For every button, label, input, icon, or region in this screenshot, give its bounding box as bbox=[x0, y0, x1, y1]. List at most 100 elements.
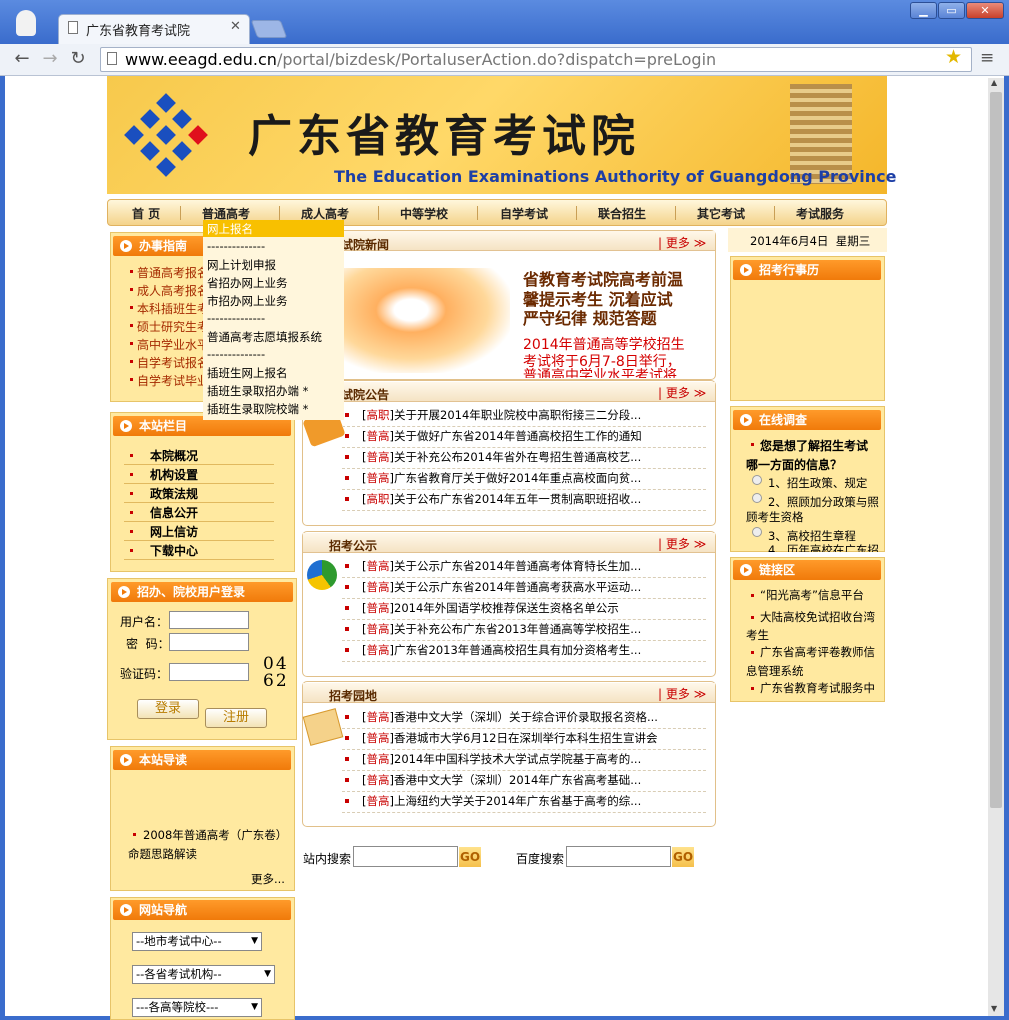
notice-more-text[interactable]: 更多 bbox=[666, 386, 690, 400]
dropdown-item[interactable]: 省招办网上业务 bbox=[207, 275, 288, 291]
notice-item[interactable]: [普高]广东省教育厅关于做好2014年重点高校面向贫... bbox=[362, 470, 641, 486]
tab-close-icon[interactable]: ✕ bbox=[230, 19, 241, 34]
nav-other[interactable]: 其它考试 bbox=[697, 205, 745, 222]
nav-separator bbox=[180, 206, 181, 220]
publicity-item[interactable]: [普高]关于公示广东省2014年普通高考获高水平运动... bbox=[362, 579, 641, 595]
publicity-item[interactable]: [普高]广东省2013年普通高校招生具有加分资格考生... bbox=[362, 642, 641, 658]
garden-item[interactable]: [普高]2014年中国科学技术大学试点学院基于高考的... bbox=[362, 751, 641, 767]
dropdown-item[interactable]: 网上计划申报 bbox=[207, 257, 276, 273]
publicity-more[interactable]: | 更多 ≫ bbox=[658, 535, 706, 552]
column-link[interactable]: 网上信访 bbox=[150, 523, 198, 540]
baidu-search-input[interactable] bbox=[566, 846, 671, 867]
guide-item[interactable]: 普通高考报名 bbox=[137, 264, 209, 281]
item-text: 关于公示广东省2014年普通高考获高水平运动... bbox=[394, 580, 642, 594]
survey-radio[interactable] bbox=[752, 527, 762, 537]
column-link[interactable]: 政策法规 bbox=[150, 485, 198, 502]
reload-icon[interactable]: ↻ bbox=[66, 48, 90, 69]
reading-item-line2[interactable]: 命题思路解读 bbox=[128, 846, 197, 862]
survey-option[interactable]: 4、历年高校在广东招 bbox=[768, 544, 879, 552]
garden-item[interactable]: [普高]香港城市大学6月12日在深圳举行本科生招生宣讲会 bbox=[362, 730, 657, 746]
garden-more-text[interactable]: 更多 bbox=[666, 687, 690, 701]
link-item[interactable]: 广东省高考评卷教师信 bbox=[760, 644, 875, 660]
guide-item[interactable]: 高中学业水平 bbox=[137, 336, 209, 353]
news-more-text[interactable]: 更多 bbox=[666, 236, 690, 250]
column-link[interactable]: 下载中心 bbox=[150, 542, 198, 559]
column-link[interactable]: 机构设置 bbox=[150, 466, 198, 483]
bookmark-star-icon[interactable]: ★ bbox=[945, 46, 962, 68]
link-item[interactable]: “阳光高考”信息平台 bbox=[760, 587, 864, 603]
menu-icon[interactable]: ≡ bbox=[980, 48, 994, 68]
link-item-cont[interactable]: 息管理系统 bbox=[746, 663, 804, 679]
notice-item[interactable]: [普高]关于补充公布2014年省外在粤招生普通高校艺... bbox=[362, 449, 641, 465]
notice-item[interactable]: [高职]关于公布广东省2014年五年一贯制高职班招收... bbox=[362, 491, 641, 507]
column-link[interactable]: 信息公开 bbox=[150, 504, 198, 521]
guide-item[interactable]: 自学考试毕业 bbox=[137, 372, 209, 389]
survey-radio[interactable] bbox=[752, 493, 762, 503]
guide-item[interactable]: 本科插班生考 bbox=[137, 300, 209, 317]
dropdown-item-online-signup[interactable]: 网上报名 bbox=[207, 221, 253, 237]
nav-secondary[interactable]: 中等学校 bbox=[400, 205, 448, 222]
close-window-button[interactable]: ✕ bbox=[966, 2, 1004, 19]
reading-item-line1[interactable]: 2008年普通高考（广东卷） bbox=[143, 827, 287, 843]
city-select[interactable]: --地市考试中心-- bbox=[132, 932, 262, 951]
scroll-up-icon[interactable]: ▲ bbox=[991, 78, 997, 87]
link-item[interactable]: 广东省教育考试服务中 bbox=[760, 680, 875, 696]
notice-item[interactable]: [普高]关于做好广东省2014年普通高校招生工作的通知 bbox=[362, 428, 642, 444]
guide-item[interactable]: 硕士研究生考 bbox=[137, 318, 209, 335]
password-input[interactable] bbox=[169, 633, 249, 651]
scrollbar-thumb[interactable] bbox=[990, 92, 1002, 808]
publicity-item[interactable]: [普高]关于公示广东省2014年普通高考体育特长生加... bbox=[362, 558, 641, 574]
notice-more[interactable]: | 更多 ≫ bbox=[658, 384, 706, 401]
site-search-input[interactable] bbox=[353, 846, 458, 867]
new-tab-button[interactable] bbox=[250, 20, 288, 38]
dropdown-item[interactable]: 插班生录取招办端 * bbox=[207, 383, 308, 399]
notice-item[interactable]: [高职]关于开展2014年职业院校中高职衔接三二分段... bbox=[362, 407, 641, 423]
nav-service[interactable]: 考试服务 bbox=[796, 205, 844, 222]
dropdown-item[interactable]: 插班生网上报名 bbox=[207, 365, 288, 381]
province-select[interactable]: --各省考试机构-- bbox=[132, 965, 275, 984]
university-select[interactable]: ---各高等院校--- bbox=[132, 998, 262, 1017]
publicity-item[interactable]: [普高]关于补充公布广东省2013年普通高等学校招生... bbox=[362, 621, 641, 637]
dropdown-item[interactable]: 市招办网上业务 bbox=[207, 293, 288, 309]
garden-item[interactable]: [普高]上海纽约大学关于2014年广东省基于高考的综... bbox=[362, 793, 641, 809]
nav-separator bbox=[774, 206, 775, 220]
baidu-search-go-button[interactable]: GO bbox=[672, 847, 694, 867]
login-button[interactable]: 登录 bbox=[137, 699, 199, 719]
user-avatar-icon[interactable] bbox=[16, 10, 36, 36]
register-button[interactable]: 注册 bbox=[205, 708, 267, 728]
minimize-button[interactable]: ▁ bbox=[910, 2, 937, 19]
publicity-more-text[interactable]: 更多 bbox=[666, 537, 690, 551]
dropdown-item[interactable]: 普通高考志愿填报系统 bbox=[207, 329, 322, 345]
captcha-input[interactable] bbox=[169, 663, 249, 681]
survey-option[interactable]: 3、高校招生章程 bbox=[768, 528, 856, 544]
back-arrow-icon[interactable]: ← bbox=[10, 48, 34, 69]
guide-item[interactable]: 自学考试报名 bbox=[137, 354, 209, 371]
survey-option-clipped[interactable]: 4、历年高校在广东招 bbox=[752, 544, 882, 552]
maximize-button[interactable]: ▭ bbox=[938, 2, 965, 19]
survey-option[interactable]: 2、照顾加分政策与照 bbox=[768, 494, 879, 510]
garden-item[interactable]: [普高]香港中文大学（深圳）关于综合评价录取报名资格... bbox=[362, 709, 658, 725]
link-item[interactable]: 大陆高校免试招收台湾 bbox=[760, 609, 875, 625]
survey-option[interactable]: 1、招生政策、规定 bbox=[768, 475, 867, 491]
news-headline-line3[interactable]: 严守纪律 规范答题 bbox=[523, 305, 657, 329]
link-item-cont[interactable]: 考生 bbox=[746, 627, 769, 643]
nav-home[interactable]: 首 页 bbox=[132, 205, 160, 222]
reading-more[interactable]: 更多... bbox=[251, 871, 285, 887]
garden-item[interactable]: [普高]香港中文大学（深圳）2014年广东省高考基础... bbox=[362, 772, 641, 788]
garden-more[interactable]: | 更多 ≫ bbox=[658, 685, 706, 702]
publicity-item[interactable]: [普高]2014年外国语学校推荐保送生资格名单公示 bbox=[362, 600, 619, 616]
nav-joint[interactable]: 联合招生 bbox=[598, 205, 646, 222]
dropdown-item[interactable]: 插班生录取院校端 * bbox=[207, 401, 308, 417]
survey-radio[interactable] bbox=[752, 475, 762, 485]
column-link[interactable]: 本院概况 bbox=[150, 447, 198, 464]
survey-option-cont[interactable]: 顾考生资格 bbox=[746, 509, 804, 525]
forward-arrow-icon[interactable]: → bbox=[38, 48, 62, 69]
url-text: www.eeagd.edu.cn/portal/bizdesk/Portalus… bbox=[125, 50, 716, 69]
scroll-down-icon[interactable]: ▼ bbox=[991, 1004, 997, 1013]
site-search-go-button[interactable]: GO bbox=[459, 847, 481, 867]
nav-self-study[interactable]: 自学考试 bbox=[500, 205, 548, 222]
guide-item[interactable]: 成人高考报名 bbox=[137, 282, 209, 299]
username-input[interactable] bbox=[169, 611, 249, 629]
news-sub-line3[interactable]: 普通高中学业水平考试将 bbox=[523, 368, 677, 378]
news-more[interactable]: | 更多 ≫ bbox=[658, 234, 706, 251]
